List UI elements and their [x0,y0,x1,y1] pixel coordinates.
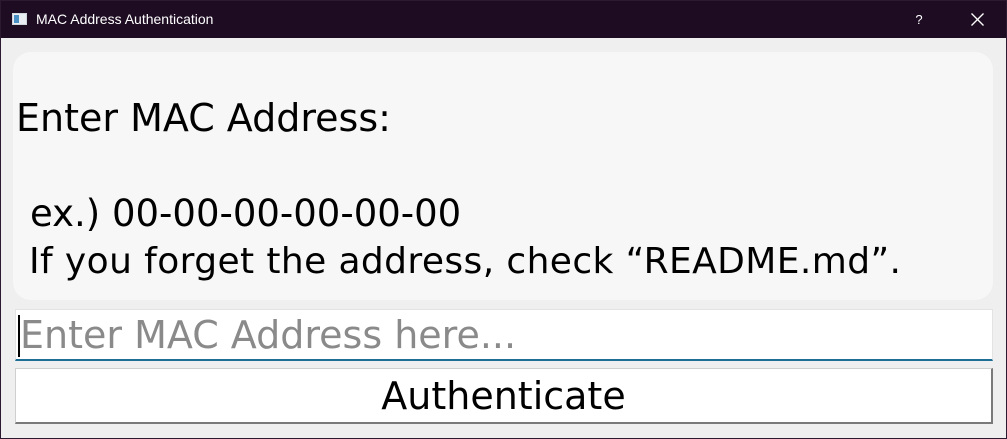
window-title: MAC Address Authentication [36,11,214,27]
text-caret [18,315,20,357]
help-button[interactable]: ? [899,1,939,38]
mac-address-input[interactable] [15,309,993,361]
readme-hint: If you forget the address, check “README… [29,241,902,282]
authenticate-button[interactable]: Authenticate [15,368,993,424]
mac-format-example: ex.) 00-00-00-00-00-00 [30,192,462,235]
window-app-icon [12,13,27,25]
close-button[interactable] [956,1,998,38]
dialog-content: Enter MAC Address: ex.) 00-00-00-00-00-0… [1,38,1006,438]
instructions-panel: Enter MAC Address: ex.) 00-00-00-00-00-0… [13,52,993,300]
instructions-heading: Enter MAC Address: [16,96,391,140]
title-bar[interactable]: MAC Address Authentication ? [1,1,1006,38]
auth-dialog: MAC Address Authentication ? Enter MAC A… [0,0,1007,439]
close-icon [971,13,984,26]
